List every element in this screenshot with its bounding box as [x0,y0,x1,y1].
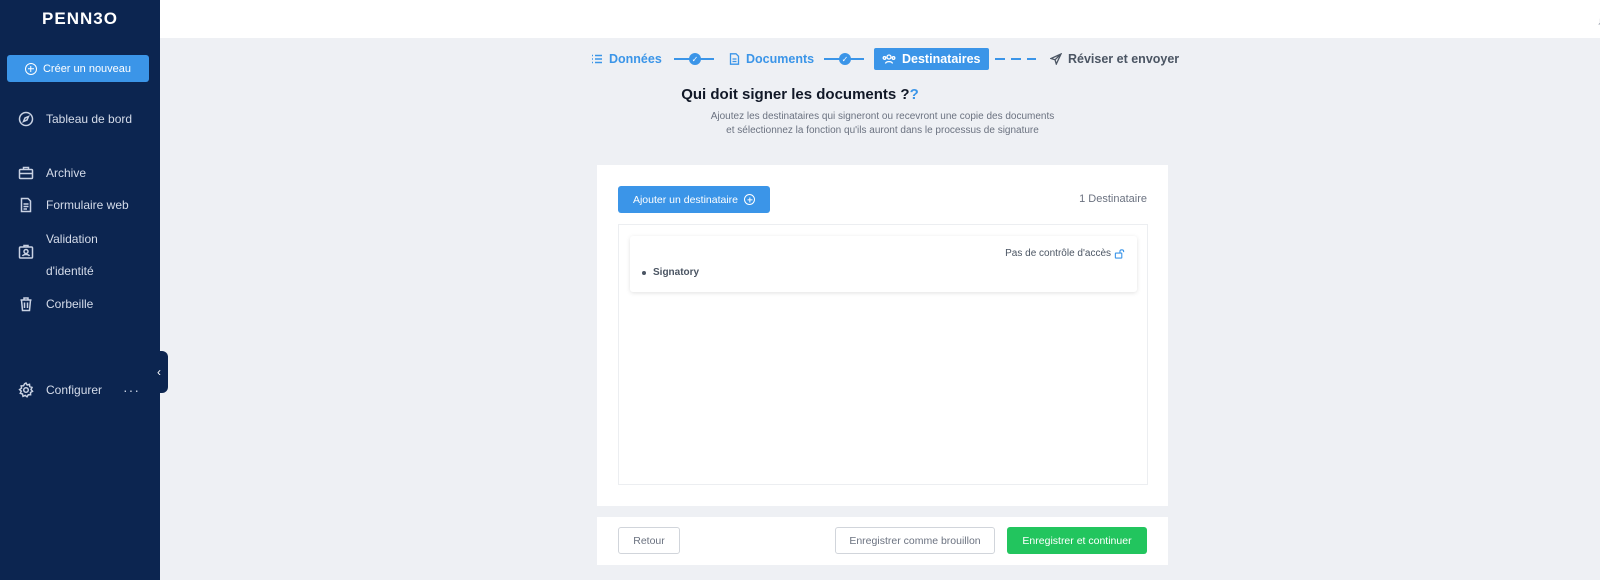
back-button[interactable]: Retour [618,527,680,554]
sidebar-item-label: Formulaire web [46,198,129,212]
step-label: Données [609,52,662,66]
sidebar-item-trash[interactable]: Corbeille [0,296,160,312]
page-title: Qui doit signer les documents ?? [0,86,1600,103]
step-label: Documents [746,52,815,66]
top-bar [160,0,1600,38]
sidebar-item-dashboard[interactable]: Tableau de bord [0,111,160,127]
sidebar-item-label: Configurer [46,383,103,397]
add-recipient-label: Ajouter un destinataire [632,193,739,206]
progress-stepper: Données ✓ Documents ✓ Destinataires Révi… [0,48,1600,70]
footer-actions: Retour Enregistrer comme brouillon Enreg… [597,517,1168,565]
recipient-role-label: Signatory [653,267,700,278]
recipient-role: Signatory [642,267,699,278]
bullet-icon [642,270,646,275]
step-recipients[interactable]: Destinataires [874,48,989,70]
checkmark-icon: ✓ [689,53,701,65]
sidebar-item-web-form[interactable]: Formulaire web [0,197,160,213]
trash-icon [18,296,34,312]
unlock-icon [1114,249,1125,259]
page-subtitle: Ajoutez les destinataires qui signeront … [710,111,1055,136]
recipient-item[interactable]: Pas de contrôle d'accès Signatory [630,236,1137,292]
recipient-count: 1 Destinataire [1079,193,1147,205]
sidebar-item-label-line2: d'identité [46,264,94,278]
step-connector [995,58,1036,60]
briefcase-icon [18,165,34,181]
sidebar-item-archive[interactable]: Archive [0,165,160,181]
sidebar-collapse-button[interactable]: ‹ [150,351,168,393]
file-icon [18,197,34,213]
plus-circle-icon [744,194,756,205]
access-control-link[interactable]: Pas de contrôle d'accès [1005,248,1125,259]
compass-icon [18,111,34,127]
more-options-icon[interactable]: ··· [123,382,140,398]
id-card-icon [18,244,34,260]
step-data[interactable]: Données [591,48,662,70]
file-icon [729,53,740,65]
save-continue-button[interactable]: Enregistrer et continuer [1007,527,1147,554]
sidebar-item-label: Archive [46,166,87,180]
save-draft-button[interactable]: Enregistrer comme brouillon [835,527,995,554]
access-control-label: Pas de contrôle d'accès [1005,248,1111,259]
checkmark-icon: ✓ [839,53,851,65]
step-label: Réviser et envoyer [1068,52,1180,66]
step-review-send[interactable]: Réviser et envoyer [1050,48,1179,70]
sidebar-item-label: Validation [46,232,98,246]
sidebar-item-label: Corbeille [46,297,94,311]
page-title-text: Qui doit signer les documents ? [681,86,910,103]
add-recipient-button[interactable]: Ajouter un destinataire [618,186,770,213]
gear-icon [18,381,34,398]
recipient-list: Pas de contrôle d'accès Signatory [618,224,1148,485]
list-icon [592,54,602,64]
sidebar-item-identity-validation[interactable]: Validation d'identité [0,230,160,278]
chevron-left-icon: ‹ [157,365,161,379]
sidebar-item-configure[interactable]: Configurer ··· [0,381,160,398]
send-icon [1050,53,1062,65]
recipients-card: Ajouter un destinataire 1 Destinataire P… [597,165,1168,506]
app-logo[interactable]: PENN3O [0,0,160,38]
sidebar-item-label: Tableau de bord [46,112,133,126]
step-documents[interactable]: Documents [729,48,814,70]
users-icon [882,54,896,64]
help-icon[interactable]: ? [910,86,919,103]
step-label: Destinataires [902,52,981,66]
